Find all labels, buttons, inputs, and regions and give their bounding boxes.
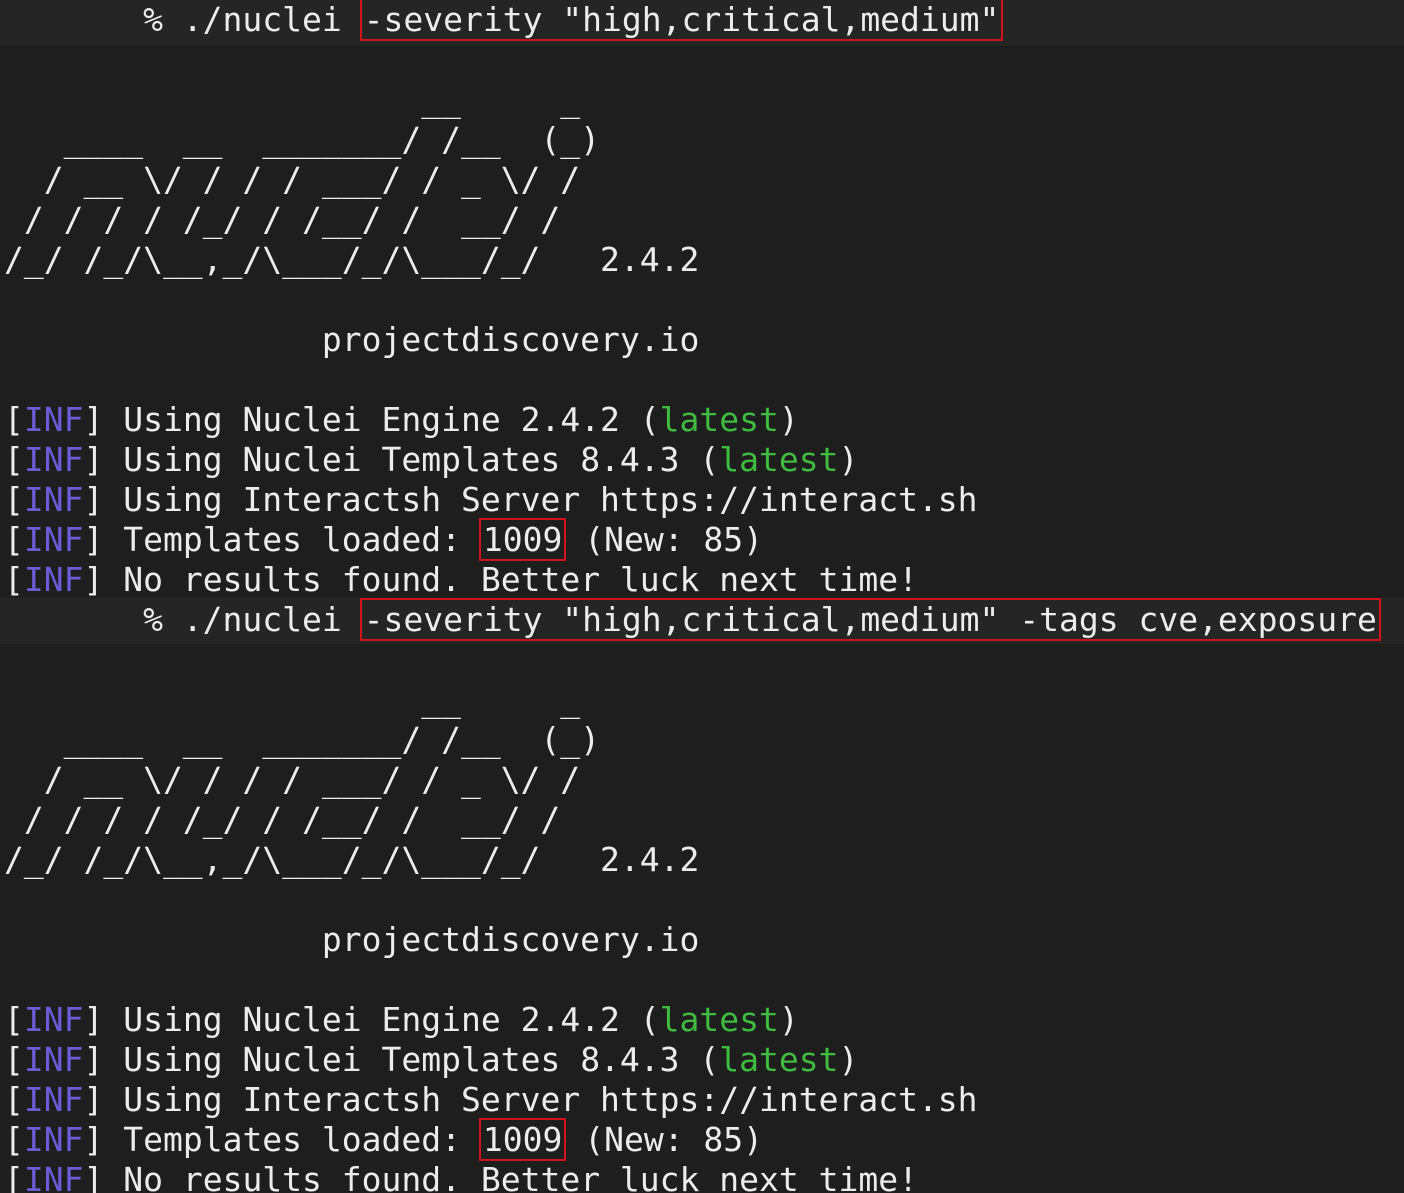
- log-tail: ): [778, 1000, 799, 1039]
- log-tail: ): [778, 400, 799, 439]
- banner-line: / / / / /_/ / /__/ / __/ /: [4, 200, 561, 239]
- log-tail: ): [838, 1040, 859, 1079]
- log-tail: (New: 85): [584, 520, 764, 559]
- log-text: Templates loaded:: [123, 520, 481, 559]
- inf-tag: INF: [23, 400, 84, 439]
- command-line: % ./nuclei -severity "high,critical,medi…: [4, 0, 1004, 41]
- banner-line: __ _: [4, 680, 581, 719]
- log-line-engine: [INF] Using Nuclei Engine 2.4.2 (latest): [4, 400, 799, 439]
- latest-status: latest: [659, 400, 779, 439]
- highlighted-template-count: 1009: [478, 1118, 567, 1161]
- latest-status: latest: [719, 1040, 839, 1079]
- log-text: No results found. Better luck next time!: [123, 1160, 918, 1193]
- banner-site: projectdiscovery.io: [4, 320, 700, 359]
- inf-tag: INF: [23, 1160, 84, 1193]
- log-text: Using Interactsh Server https://interact…: [123, 1080, 978, 1119]
- latest-status: latest: [659, 1000, 779, 1039]
- log-text: Templates loaded:: [123, 1120, 481, 1159]
- banner-site: projectdiscovery.io: [4, 920, 700, 959]
- log-line-engine: [INF] Using Nuclei Engine 2.4.2 (latest): [4, 1000, 799, 1039]
- log-text: Using Interactsh Server https://interact…: [123, 480, 978, 519]
- inf-tag: INF: [23, 560, 84, 599]
- banner-line: / / / / /_/ / /__/ / __/ /: [4, 800, 561, 839]
- highlighted-command-args: -severity "high,critical,medium": [359, 0, 1004, 41]
- shell-prompt: % ./nuclei: [4, 0, 362, 39]
- latest-status: latest: [719, 440, 839, 479]
- highlighted-command-args: -severity "high,critical,medium" -tags c…: [359, 598, 1381, 641]
- log-line-templates: [INF] Using Nuclei Templates 8.4.3 (late…: [4, 440, 859, 479]
- inf-tag: INF: [23, 480, 84, 519]
- inf-tag: INF: [23, 1080, 84, 1119]
- banner-line: ____ __ _______/ /__ (_): [4, 720, 601, 759]
- log-line-templates-loaded: [INF] Templates loaded: 1009 (New: 85): [4, 518, 764, 561]
- terminal-window[interactable]: % ./nuclei -severity "high,critical,medi…: [0, 0, 1404, 1193]
- log-text: Using Nuclei Templates 8.4.3 (: [123, 440, 720, 479]
- banner-version-line: /_/ /_/\__,_/\___/_/\___/_/ 2.4.2: [4, 840, 700, 879]
- log-line-result: [INF] No results found. Better luck next…: [4, 560, 918, 599]
- log-line-templates-loaded: [INF] Templates loaded: 1009 (New: 85): [4, 1118, 764, 1161]
- log-tail: ): [838, 440, 859, 479]
- highlighted-template-count: 1009: [478, 518, 567, 561]
- log-line-result: [INF] No results found. Better luck next…: [4, 1160, 918, 1193]
- banner-line: ____ __ _______/ /__ (_): [4, 120, 601, 159]
- inf-tag: INF: [23, 1000, 84, 1039]
- log-text: No results found. Better luck next time!: [123, 560, 918, 599]
- log-tail: (New: 85): [584, 1120, 764, 1159]
- inf-tag: INF: [23, 440, 84, 479]
- banner-line: __ _: [4, 80, 581, 119]
- log-line-interactsh: [INF] Using Interactsh Server https://in…: [4, 480, 978, 519]
- banner-line: / __ \/ / / / ___/ / _ \/ /: [4, 760, 581, 799]
- banner-line: / __ \/ / / / ___/ / _ \/ /: [4, 160, 581, 199]
- log-text: Using Nuclei Templates 8.4.3 (: [123, 1040, 720, 1079]
- log-line-templates: [INF] Using Nuclei Templates 8.4.3 (late…: [4, 1040, 859, 1079]
- shell-prompt: % ./nuclei: [4, 600, 362, 639]
- inf-tag: INF: [23, 520, 84, 559]
- banner-version-line: /_/ /_/\__,_/\___/_/\___/_/ 2.4.2: [4, 240, 700, 279]
- log-line-interactsh: [INF] Using Interactsh Server https://in…: [4, 1080, 978, 1119]
- log-text: Using Nuclei Engine 2.4.2 (: [123, 400, 660, 439]
- command-line: % ./nuclei -severity "high,critical,medi…: [4, 598, 1381, 641]
- inf-tag: INF: [23, 1040, 84, 1079]
- log-text: Using Nuclei Engine 2.4.2 (: [123, 1000, 660, 1039]
- inf-tag: INF: [23, 1120, 84, 1159]
